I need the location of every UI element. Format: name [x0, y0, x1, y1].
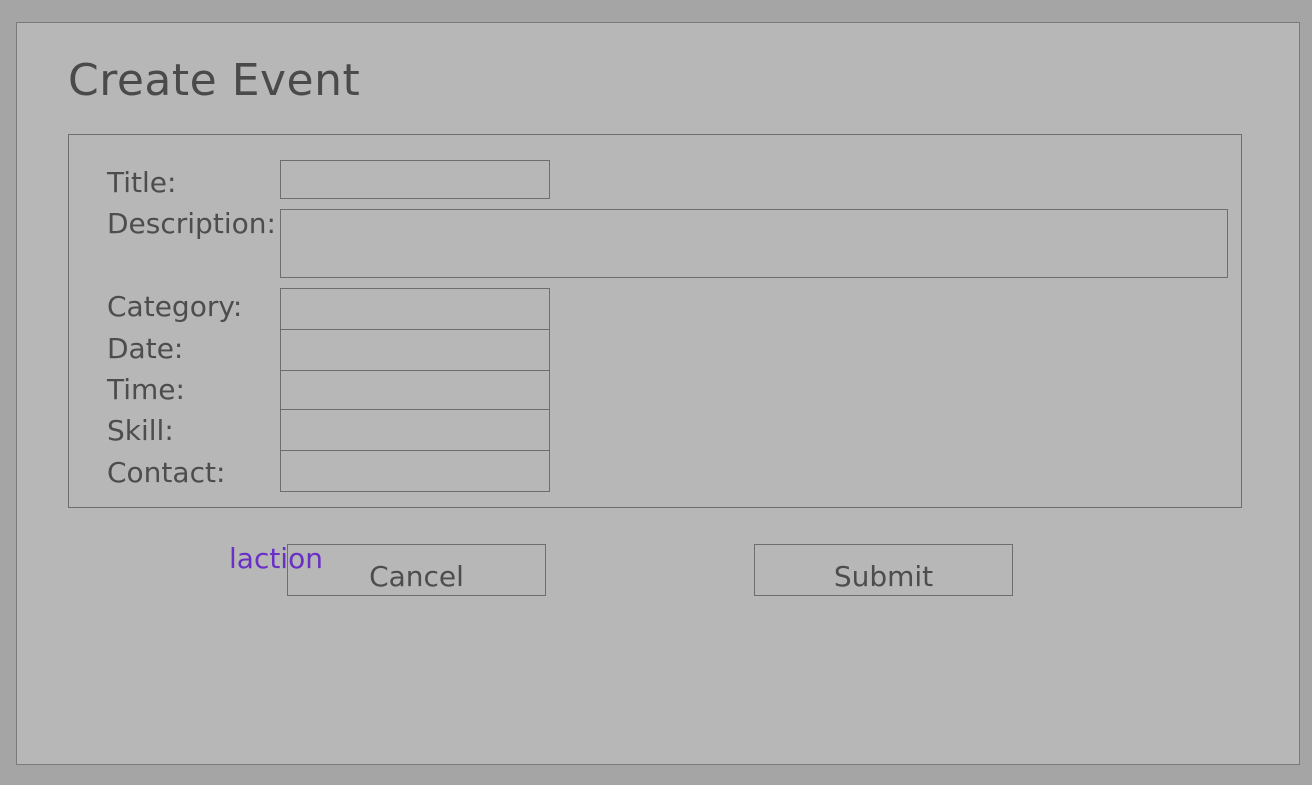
skill-field[interactable]: [280, 409, 550, 451]
submit-button[interactable]: Submit: [754, 544, 1013, 596]
description-label: Description:: [107, 207, 276, 240]
contact-field[interactable]: [280, 450, 550, 492]
page-title: Create Event: [68, 55, 361, 106]
time-label: Time:: [107, 373, 185, 406]
date-field[interactable]: [280, 329, 550, 371]
time-field[interactable]: [280, 370, 550, 410]
title-label: Title:: [107, 166, 177, 199]
description-field[interactable]: [280, 209, 1228, 278]
skill-label: Skill:: [107, 414, 174, 447]
title-field[interactable]: [280, 160, 550, 199]
date-label: Date:: [107, 332, 184, 365]
contact-label: Contact:: [107, 456, 226, 489]
stray-text-label: laction: [229, 542, 323, 575]
cancel-button[interactable]: Cancel: [287, 544, 546, 596]
category-label: Category:: [107, 290, 243, 323]
category-field[interactable]: [280, 288, 550, 330]
event-form: Title: Description: Category: Date: Time…: [68, 134, 1242, 508]
create-event-window: Create Event Title: Description: Categor…: [16, 22, 1300, 765]
